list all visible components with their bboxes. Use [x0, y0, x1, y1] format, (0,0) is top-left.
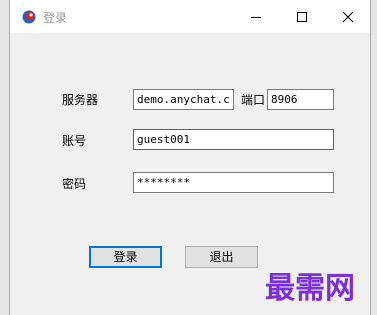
exit-button[interactable]: 退出	[185, 246, 258, 268]
login-button[interactable]: 登录	[89, 246, 162, 268]
server-input[interactable]	[133, 89, 234, 110]
password-label: 密码	[62, 177, 87, 191]
app-logo-icon	[21, 9, 37, 25]
minimize-button[interactable]	[233, 0, 279, 33]
server-label: 服务器	[62, 93, 99, 107]
close-icon	[342, 11, 354, 23]
close-button[interactable]	[325, 0, 371, 33]
port-label: 端口	[241, 93, 266, 107]
account-label: 账号	[62, 134, 87, 148]
port-input[interactable]	[267, 89, 334, 110]
minimize-icon	[251, 17, 261, 18]
maximize-button[interactable]	[279, 0, 325, 33]
title-bar[interactable]: 登录	[10, 0, 370, 33]
watermark-text: 最需网	[265, 271, 355, 306]
account-input[interactable]	[133, 129, 334, 150]
window-title: 登录	[43, 11, 68, 25]
maximize-icon	[297, 12, 307, 22]
password-input[interactable]	[133, 172, 334, 193]
